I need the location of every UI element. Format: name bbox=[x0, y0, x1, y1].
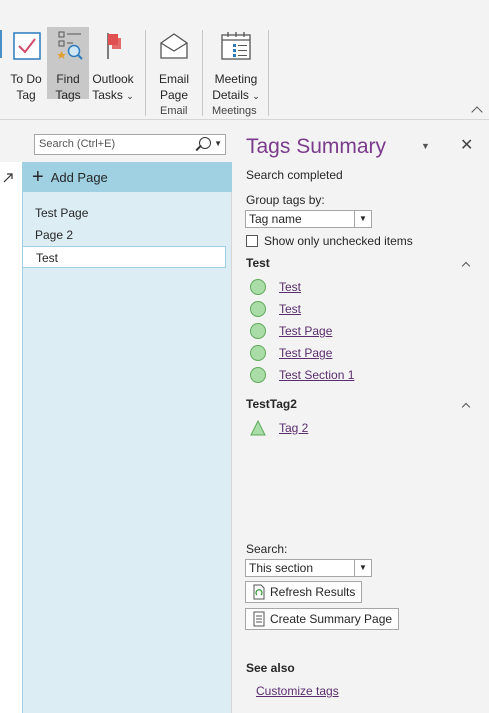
search-scope-label: Search: bbox=[246, 542, 288, 556]
ribbon-separator bbox=[202, 30, 203, 116]
tag-group-title: TestTag2 bbox=[246, 397, 297, 411]
email-page-line1: Email bbox=[158, 72, 189, 86]
ribbon-separator bbox=[145, 30, 146, 116]
find-tags-line2: Tags bbox=[55, 88, 81, 102]
chevron-down-icon: ⌄ bbox=[252, 91, 260, 101]
collapse-ribbon-icon[interactable] bbox=[471, 106, 483, 118]
page-title: Test Page bbox=[35, 206, 89, 220]
refresh-results-button[interactable]: Refresh Results bbox=[245, 581, 363, 603]
tag-circle-icon bbox=[250, 279, 266, 295]
search-icon[interactable] bbox=[199, 137, 211, 149]
pane-title: Tags Summary bbox=[246, 135, 387, 158]
search-status: Search completed bbox=[246, 168, 343, 182]
to-do-tag-button[interactable]: To Do Tag bbox=[6, 27, 46, 102]
checkbox-icon bbox=[9, 29, 43, 63]
see-also-heading: See also bbox=[246, 661, 295, 675]
ribbon-separator bbox=[268, 30, 269, 116]
tag-circle-icon bbox=[250, 345, 266, 361]
tag-link[interactable]: Test Page bbox=[279, 324, 332, 338]
create-summary-page-label: Create Summary Page bbox=[270, 612, 393, 626]
calendar-icon bbox=[219, 29, 253, 63]
email-page-button[interactable]: Email Page bbox=[153, 27, 195, 102]
outlook-tasks-line1: Outlook bbox=[92, 72, 134, 86]
meeting-details-line1: Meeting bbox=[214, 72, 258, 86]
add-page-label: Add Page bbox=[50, 169, 108, 185]
page-item[interactable]: Test Page bbox=[22, 202, 226, 224]
page-item[interactable]: Page 2 bbox=[22, 224, 226, 246]
tag-item[interactable]: Test bbox=[250, 299, 301, 319]
meeting-details-label: Details bbox=[212, 88, 249, 102]
chevron-down-icon[interactable]: ▼ bbox=[214, 139, 222, 148]
find-tags-button[interactable]: Find Tags bbox=[47, 27, 89, 102]
ribbon-group-email: Email bbox=[160, 105, 188, 117]
outlook-tasks-button[interactable]: Outlook Tasks ⌄ bbox=[90, 27, 136, 102]
tag-link[interactable]: Test Section 1 bbox=[279, 368, 354, 382]
refresh-icon bbox=[253, 584, 265, 600]
find-tags-line1: Find bbox=[56, 72, 80, 86]
email-page-line2: Page bbox=[159, 88, 189, 102]
page-title: Page 2 bbox=[35, 228, 74, 242]
expand-icon[interactable] bbox=[2, 172, 14, 184]
show-unchecked-checkbox[interactable] bbox=[246, 235, 258, 247]
meeting-details-button[interactable]: Meeting Details ⌄ bbox=[210, 27, 262, 102]
page-item-selected[interactable]: Test bbox=[22, 246, 226, 268]
tag-item[interactable]: Test bbox=[250, 277, 301, 297]
outlook-tasks-line2: Tasks ⌄ bbox=[92, 87, 134, 104]
ribbon-group-meetings: Meetings bbox=[212, 105, 257, 117]
ribbon: To Do Tag Find Tags Outlook Tasks ⌄ Emai… bbox=[0, 0, 489, 120]
create-summary-page-button[interactable]: Create Summary Page bbox=[245, 608, 400, 630]
find-tags-icon bbox=[51, 29, 85, 63]
tag-item[interactable]: Test Page bbox=[250, 321, 332, 341]
group-by-select[interactable]: Tag name ▼ bbox=[245, 210, 372, 228]
summary-page-icon bbox=[253, 611, 265, 627]
chevron-down-icon: ▼ bbox=[354, 211, 371, 227]
tag-item[interactable]: Test Page bbox=[250, 343, 332, 363]
customize-tags-link[interactable]: Customize tags bbox=[256, 684, 339, 698]
page-canvas-edge bbox=[0, 121, 22, 713]
tag-link[interactable]: Test Page bbox=[279, 346, 332, 360]
to-do-tag-line2: Tag bbox=[16, 88, 36, 102]
meeting-details-line2: Details ⌄ bbox=[212, 87, 260, 104]
search-scope-value: This section bbox=[249, 561, 314, 575]
search-placeholder: Search (Ctrl+E) bbox=[39, 138, 116, 150]
tag-circle-icon bbox=[250, 367, 266, 383]
flag-icon bbox=[96, 29, 130, 63]
collapse-group-icon[interactable] bbox=[461, 402, 471, 412]
close-icon[interactable]: ✕ bbox=[460, 135, 473, 155]
show-unchecked-label: Show only unchecked items bbox=[264, 234, 413, 248]
tag-link[interactable]: Tag 2 bbox=[279, 421, 308, 435]
tag-link[interactable]: Test bbox=[279, 280, 301, 294]
to-do-tag-line1: To Do bbox=[10, 72, 42, 86]
outlook-tasks-label: Tasks bbox=[92, 88, 123, 102]
refresh-results-label: Refresh Results bbox=[270, 585, 356, 599]
plus-icon: + bbox=[32, 166, 44, 188]
tag-triangle-icon bbox=[250, 420, 266, 436]
search-scope-select[interactable]: This section ▼ bbox=[245, 559, 372, 577]
pane-options-icon[interactable]: ▼ bbox=[421, 141, 430, 151]
envelope-icon bbox=[157, 29, 191, 63]
tag-link[interactable]: Test bbox=[279, 302, 301, 316]
chevron-down-icon: ⌄ bbox=[126, 91, 134, 101]
group-by-label: Group tags by: bbox=[246, 193, 325, 207]
search-input[interactable]: Search (Ctrl+E) ▼ bbox=[34, 134, 226, 155]
group-by-value: Tag name bbox=[249, 212, 302, 226]
tag-group-title: Test bbox=[246, 256, 270, 270]
page-title: Test bbox=[36, 251, 59, 265]
tag-item[interactable]: Test Section 1 bbox=[250, 365, 354, 385]
chevron-down-icon: ▼ bbox=[354, 560, 371, 576]
tags-summary-pane: Tags Summary ▼ ✕ Search completed Group … bbox=[233, 121, 489, 713]
ribbon-left-edge bbox=[0, 30, 2, 58]
tag-item[interactable]: Tag 2 bbox=[250, 418, 308, 438]
collapse-group-icon[interactable] bbox=[461, 261, 471, 271]
tag-circle-icon bbox=[250, 323, 266, 339]
tag-circle-icon bbox=[250, 301, 266, 317]
add-page-button[interactable]: + Add Page bbox=[22, 162, 232, 192]
